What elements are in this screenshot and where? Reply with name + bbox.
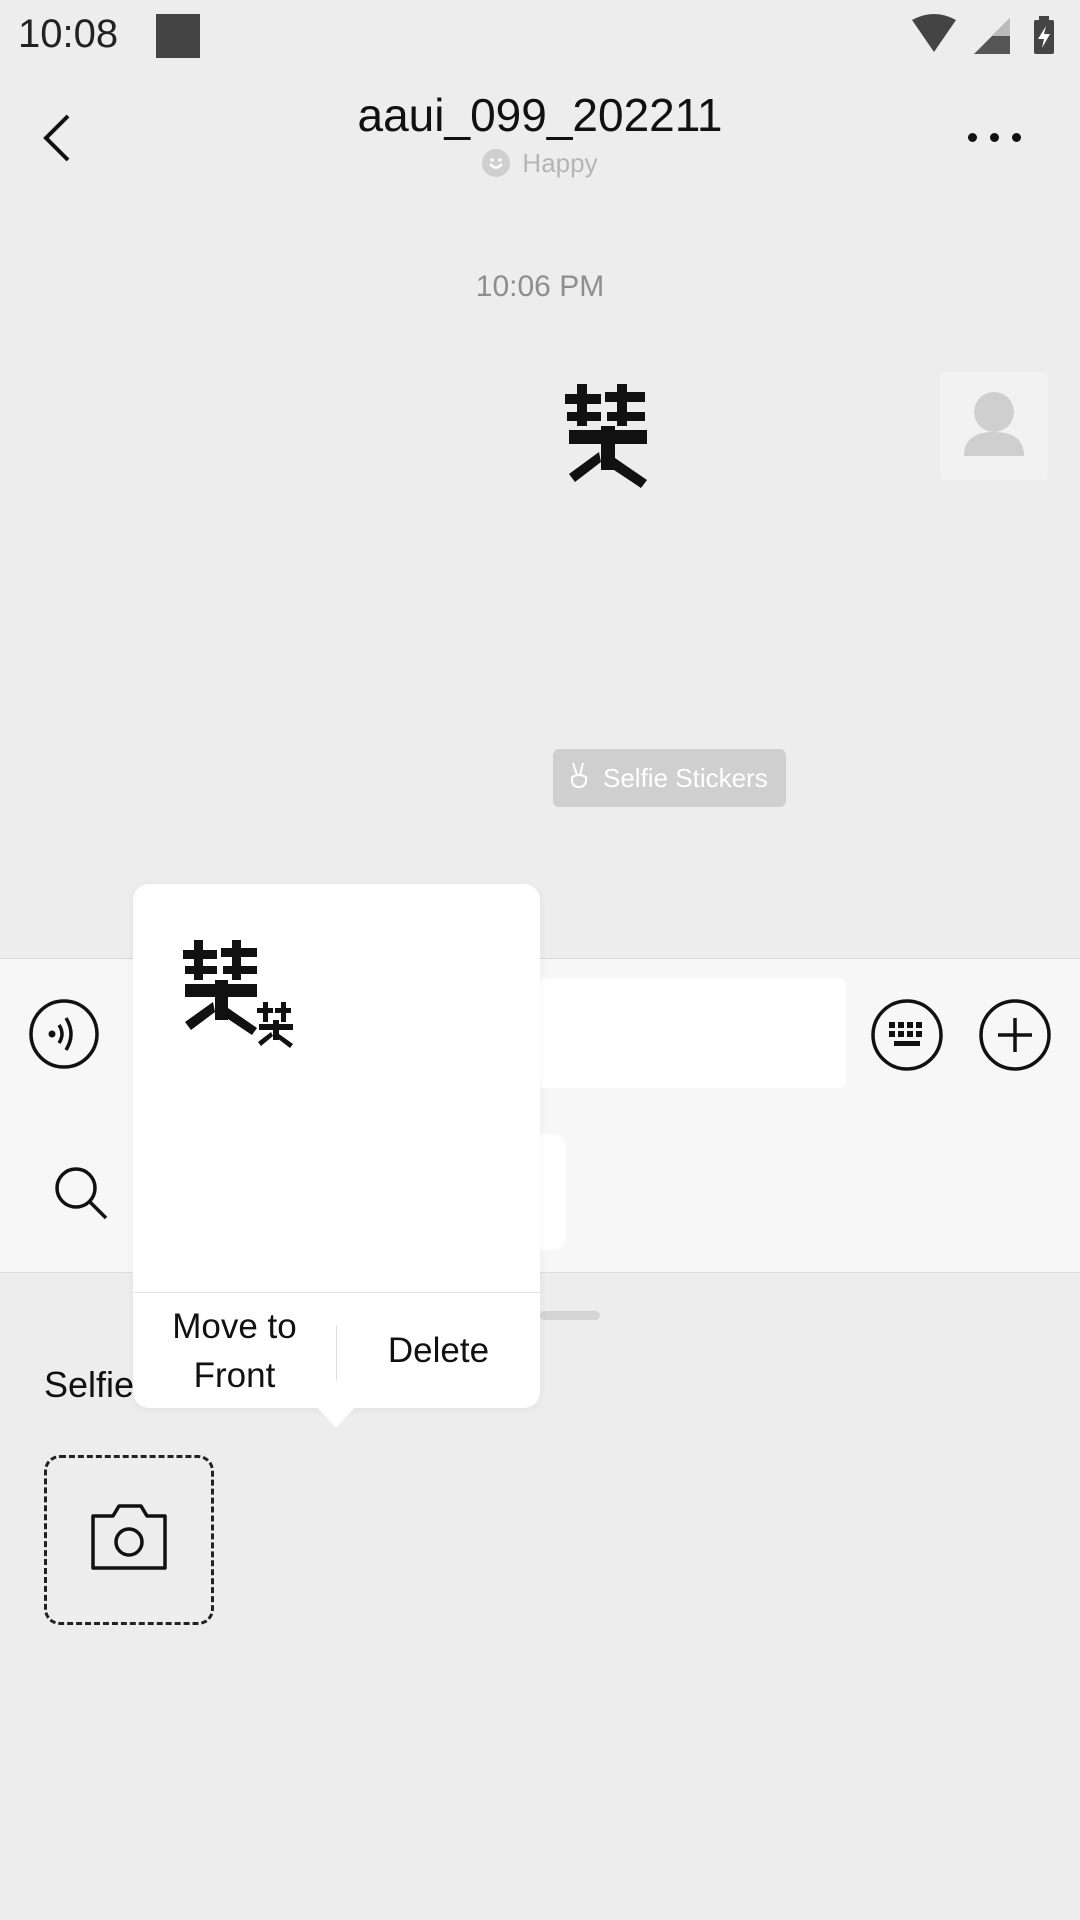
sticker-preview: [133, 884, 540, 1292]
zan-sticker-image: [565, 384, 647, 488]
voice-button[interactable]: [28, 998, 100, 1070]
status-time: 10:08: [18, 12, 119, 56]
user-avatar-icon: [964, 392, 1024, 456]
more-dots-icon: [968, 133, 977, 142]
chat-status-text: Happy: [522, 148, 598, 178]
panel-page-indicator: [540, 1311, 600, 1320]
avatar[interactable]: [940, 372, 1048, 480]
selfie-stickers-label: Selfie Stickers: [603, 762, 768, 793]
move-to-front-button[interactable]: Move to Front: [133, 1293, 336, 1408]
selfie-stickers-chip[interactable]: Selfie Stickers: [553, 749, 786, 807]
move-to-front-label: Move to Front: [172, 1306, 297, 1395]
zan-sticker-preview-image: [183, 940, 293, 1048]
message-timestamp: 10:06 PM: [475, 270, 605, 303]
sticker-message[interactable]: [555, 382, 665, 492]
keyboard-icon: [871, 999, 943, 1071]
sticker-tab-selected[interactable]: [538, 1134, 566, 1250]
status-notification-icon: [156, 14, 200, 58]
message-input[interactable]: [536, 978, 846, 1088]
chat-status: Happy: [0, 148, 1080, 179]
plus-button[interactable]: [978, 998, 1052, 1072]
section-label: Selfie: [44, 1364, 135, 1405]
sticker-context-popup: Move to Front Delete: [133, 884, 540, 1408]
search-icon: [55, 1167, 108, 1220]
victory-hand-icon: [567, 761, 591, 796]
more-dot: [990, 133, 999, 142]
more-button[interactable]: [968, 128, 1028, 148]
voice-icon: [29, 999, 99, 1069]
search-button[interactable]: [52, 1164, 110, 1222]
more-dot: [1012, 133, 1021, 142]
plus-icon: [979, 999, 1051, 1071]
add-selfie-sticker-button[interactable]: [44, 1455, 214, 1625]
camera-icon: [91, 1504, 167, 1570]
status-icons: [912, 14, 1062, 63]
smile-icon: [482, 149, 511, 177]
chat-title: aaui_099_202211: [357, 89, 723, 141]
status-signal-icons: [912, 14, 1054, 54]
popup-pointer: [316, 1406, 356, 1428]
delete-button[interactable]: Delete: [337, 1293, 540, 1408]
delete-label: Delete: [387, 1331, 490, 1370]
keyboard-button[interactable]: [870, 998, 944, 1072]
